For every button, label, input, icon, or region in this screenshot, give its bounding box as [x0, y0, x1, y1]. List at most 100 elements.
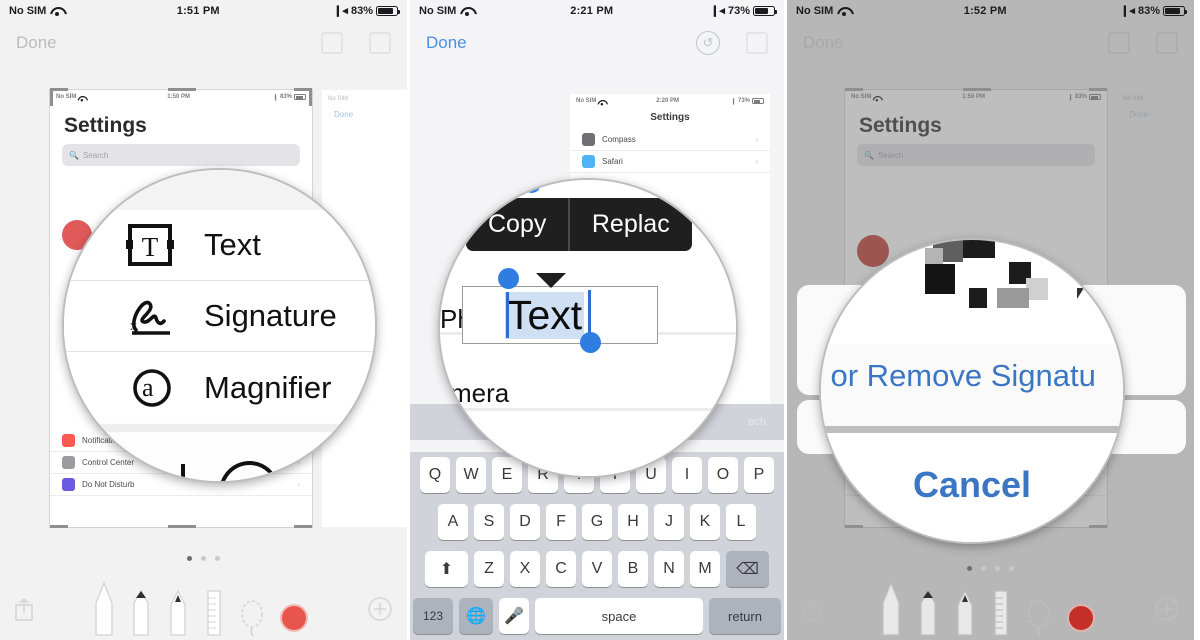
key-c[interactable]: C [546, 551, 576, 587]
settings-row-compass[interactable]: Compass › [570, 129, 770, 151]
return-key[interactable]: return [709, 598, 781, 634]
share-icon[interactable] [801, 596, 821, 622]
arrow-shape-icon[interactable] [314, 461, 375, 483]
page-dot[interactable] [1009, 566, 1014, 571]
carrier-label: No SIM [796, 5, 834, 17]
prediction-word[interactable]: ech [748, 416, 766, 428]
share-icon[interactable] [1156, 32, 1178, 54]
key-z[interactable]: Z [474, 551, 504, 587]
keyboard-row-3: ⬆ Z X C V B N M ⌫ [413, 551, 781, 587]
settings-row-safari[interactable]: Safari › [570, 151, 770, 173]
key-a[interactable]: A [438, 504, 468, 540]
battery-icon [753, 6, 777, 16]
add-circle-icon[interactable] [367, 596, 393, 622]
bluetooth-icon: ❙◂ [333, 4, 348, 17]
key-d[interactable]: D [510, 504, 540, 540]
selection-caret-start [506, 292, 509, 338]
magnifier-loupe: l or Remove Signatu Cancel [819, 238, 1125, 544]
tool-menu-item-signature[interactable]: x Signature [64, 281, 375, 352]
color-swatch-icon[interactable] [1067, 604, 1095, 632]
crop-handle[interactable] [309, 88, 312, 106]
key-s[interactable]: S [474, 504, 504, 540]
battery-percent-label: 73% [727, 5, 750, 17]
done-button[interactable]: Done [803, 33, 844, 53]
share-icon[interactable] [369, 32, 391, 54]
card-carrier: No SIM [576, 98, 597, 104]
settings-row-label: Safari [602, 157, 623, 166]
page-dot[interactable] [187, 556, 192, 561]
key-l[interactable]: L [726, 504, 756, 540]
selection-handle-start[interactable] [498, 268, 519, 289]
onscreen-keyboard: Q W E R T Y U I O P A S D F G H J K L [410, 452, 784, 640]
pencil-icon [957, 589, 973, 636]
replace-button[interactable]: Replac [570, 198, 692, 251]
settings-title: Settings [64, 114, 147, 137]
page-dot[interactable] [967, 566, 972, 571]
key-h[interactable]: H [618, 504, 648, 540]
search-input[interactable]: 🔍 Search [857, 144, 1095, 166]
cancel-button[interactable]: Cancel [913, 464, 1031, 506]
text-annotation-box[interactable]: Text [462, 286, 658, 344]
keyboard-row-2: A S D F G H J K L [413, 504, 781, 540]
circle-shape-icon[interactable] [219, 461, 280, 481]
panel-markup-tools: No SIM 1:51 PM ❙◂ 83% Done No SIM 1:50 P… [0, 0, 407, 640]
ruler-icon [207, 590, 221, 636]
key-p[interactable]: P [744, 457, 774, 493]
wifi-icon [78, 95, 84, 102]
key-v[interactable]: V [582, 551, 612, 587]
crop-handle[interactable] [168, 88, 196, 91]
key-b[interactable]: B [618, 551, 648, 587]
tool-menu-label: Signature [204, 298, 337, 333]
selection-handle-end[interactable] [580, 332, 601, 353]
page-dot[interactable] [201, 556, 206, 561]
tool-menu-item-text[interactable]: T Text [64, 210, 375, 281]
globe-icon[interactable]: 🌐 [459, 598, 493, 634]
magnifier-loupe: T Text x Signature a Magnifier [62, 168, 377, 483]
add-circle-icon[interactable] [1154, 596, 1180, 622]
done-button[interactable]: Done [426, 33, 467, 53]
share-icon[interactable] [14, 596, 34, 622]
tool-menu-item-magnifier[interactable]: a Magnifier [64, 352, 375, 423]
key-k[interactable]: K [690, 504, 720, 540]
microphone-icon[interactable]: 🎤 [499, 598, 529, 634]
status-bar: No SIM 1:51 PM ❙◂ 83% [0, 0, 407, 22]
key-m[interactable]: M [690, 551, 720, 587]
crop-handle[interactable] [294, 525, 312, 528]
numeric-key[interactable]: 123 [413, 598, 453, 634]
action-sheet-signature-option[interactable]: l or Remove Signatu [821, 358, 1096, 394]
ruler-icon [994, 590, 1008, 636]
page-dot[interactable] [215, 556, 220, 561]
backspace-icon[interactable]: ⌫ [726, 551, 769, 587]
crop-handle[interactable] [50, 525, 68, 528]
key-x[interactable]: X [510, 551, 540, 587]
key-f[interactable]: F [546, 504, 576, 540]
page-dot[interactable] [981, 566, 986, 571]
crop-handle[interactable] [168, 525, 196, 528]
crop-handle[interactable] [50, 88, 53, 106]
crop-handle[interactable] [963, 88, 991, 91]
share-icon[interactable] [746, 32, 768, 54]
color-swatch-icon[interactable] [280, 604, 308, 632]
compass-icon [582, 133, 595, 146]
done-button[interactable]: Done [16, 33, 57, 53]
shift-icon[interactable]: ⬆ [425, 551, 468, 587]
wifi-icon [873, 95, 879, 102]
undo-icon[interactable] [1108, 32, 1130, 54]
key-j[interactable]: J [654, 504, 684, 540]
crop-handle[interactable] [1089, 88, 1107, 91]
battery-icon [294, 94, 306, 100]
undo-icon[interactable] [321, 32, 343, 54]
search-input[interactable]: 🔍 Search [62, 144, 300, 166]
space-key[interactable]: space [535, 598, 703, 634]
battery-icon [752, 98, 764, 104]
wifi-icon [460, 6, 473, 16]
copy-button[interactable]: Copy [466, 198, 568, 251]
key-n[interactable]: N [654, 551, 684, 587]
key-g[interactable]: G [582, 504, 612, 540]
wifi-icon [50, 6, 63, 16]
square-shape-icon[interactable] [124, 464, 185, 481]
undo-icon[interactable]: ↺ [696, 31, 720, 55]
crop-handle[interactable] [845, 88, 863, 91]
card-battery-percent: 83% [279, 94, 292, 100]
page-dot[interactable] [995, 566, 1000, 571]
